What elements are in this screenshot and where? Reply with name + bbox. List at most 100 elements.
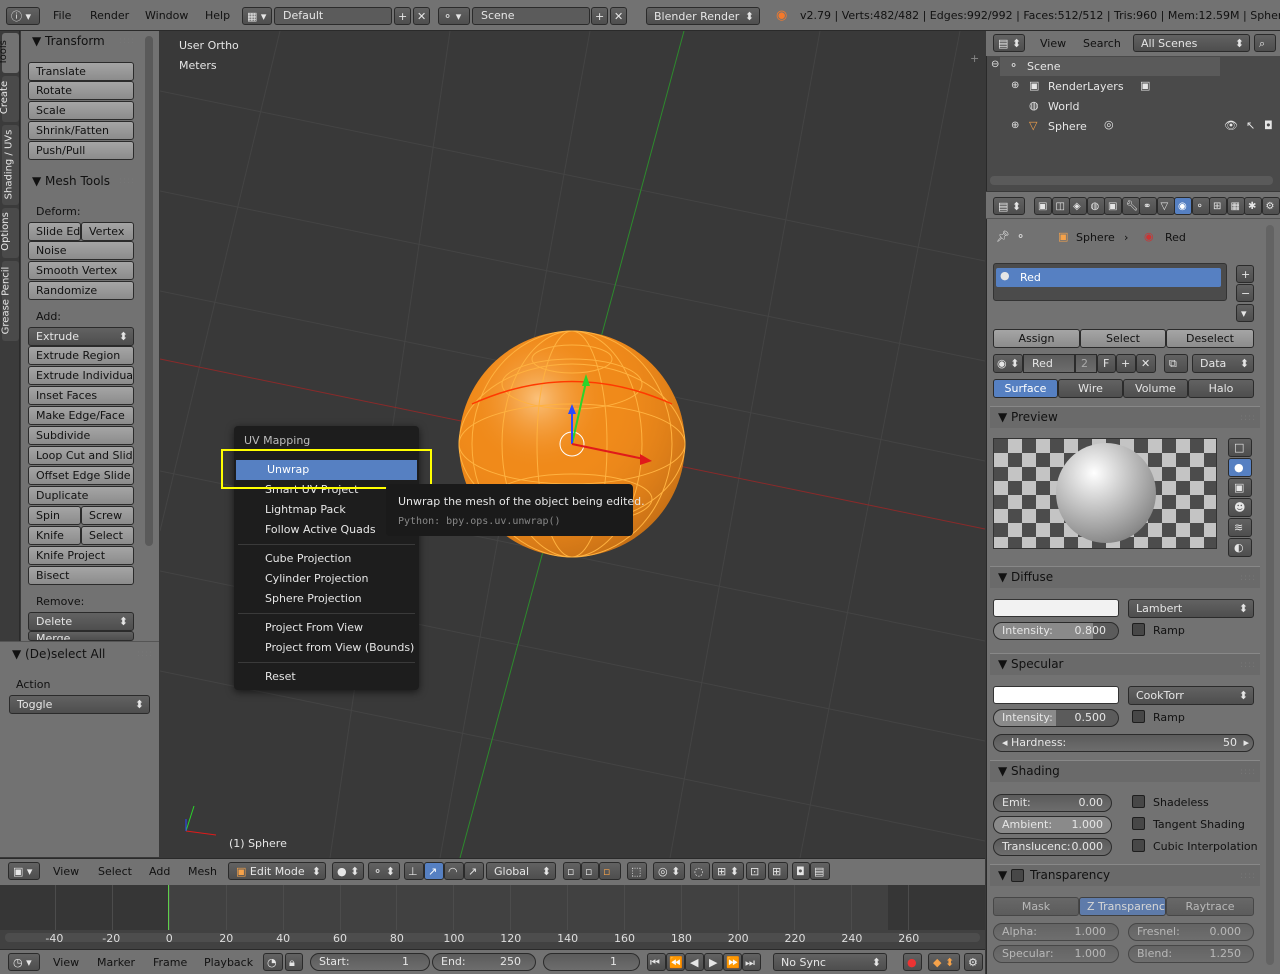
menu-file[interactable]: File: [53, 9, 71, 22]
tab-create[interactable]: Create: [0, 76, 19, 122]
timeline-menu-playback[interactable]: Playback: [204, 956, 253, 969]
duplicate-button[interactable]: Duplicate: [28, 486, 134, 505]
preview-sphere-button[interactable]: ●: [1228, 458, 1252, 477]
current-frame-field[interactable]: 1: [543, 953, 640, 971]
panel-grip-icon[interactable]: ::::: [1240, 767, 1256, 777]
material-slot-selected[interactable]: ● Red: [996, 268, 1221, 287]
expand-icon[interactable]: ⊕: [1011, 80, 1019, 91]
toggle-properties-icon[interactable]: +: [970, 52, 979, 65]
mesh-tools-panel-header[interactable]: ▼ Mesh Tools: [32, 174, 110, 188]
fresnel-field[interactable]: Fresnel: 0.000: [1128, 923, 1254, 941]
menu-render[interactable]: Render: [90, 9, 129, 22]
scene-name-field[interactable]: Scene: [472, 7, 590, 25]
rotate-manipulator-button[interactable]: ◠: [444, 862, 464, 880]
lock-range-toggle[interactable]: 🔒︎: [285, 953, 303, 971]
extrude-dropdown[interactable]: Extrude ⬍: [28, 327, 134, 346]
specular-ramp-checkbox[interactable]: [1132, 710, 1145, 723]
specular-color-swatch[interactable]: [993, 686, 1119, 704]
deselect-button[interactable]: Deselect: [1166, 329, 1254, 348]
material-users-count[interactable]: 2: [1075, 354, 1097, 373]
bone-tab-icon[interactable]: ✱: [1244, 197, 1262, 215]
operator-panel-header[interactable]: ▼ (De)select All: [12, 647, 105, 661]
visibility-eye-icon[interactable]: 👁︎: [1224, 119, 1238, 132]
screw-button[interactable]: Screw: [81, 506, 134, 525]
raytrace-button[interactable]: Raytrace: [1166, 897, 1254, 916]
menu-item-project-from-view[interactable]: Project From View: [234, 618, 418, 638]
timeline-menu-marker[interactable]: Marker: [97, 956, 135, 969]
face-select-mode-button[interactable]: ▫: [599, 862, 621, 880]
constraints-tab-icon[interactable]: ⚭: [1139, 197, 1157, 215]
expand-icon[interactable]: ⊕: [1011, 120, 1019, 131]
pivot-select[interactable]: ⚬ ⬍: [368, 862, 400, 880]
render-tab-icon[interactable]: ▣: [1034, 197, 1052, 215]
preview-range-toggle[interactable]: ◔: [263, 953, 283, 971]
menu-item-cube-projection[interactable]: Cube Projection: [234, 549, 418, 569]
selectability-cursor-icon[interactable]: ↖: [1246, 119, 1255, 132]
tab-tools[interactable]: Tools: [0, 33, 19, 73]
play-reverse-button[interactable]: ◀: [685, 953, 704, 971]
outliner-editor-type[interactable]: ▤ ⬍: [993, 34, 1025, 52]
scale-button[interactable]: Scale: [28, 101, 134, 120]
z-transparency-button[interactable]: Z Transparency: [1079, 897, 1166, 916]
select-button[interactable]: Select: [1080, 329, 1166, 348]
editor-type-button[interactable]: ▣ ▾: [8, 862, 40, 880]
tab-surface[interactable]: Surface: [993, 379, 1058, 398]
layout-remove-button[interactable]: ✕: [413, 7, 430, 25]
alpha-field[interactable]: Alpha: 1.000: [993, 923, 1119, 941]
smooth-vertex-button[interactable]: Smooth Vertex: [28, 261, 134, 280]
preview-sky-button[interactable]: ◐: [1228, 538, 1252, 557]
collapse-icon[interactable]: ⊖: [991, 59, 999, 70]
mode-select[interactable]: ▣ Edit Mode ⬍: [228, 862, 326, 880]
remove-slot-button[interactable]: −: [1236, 284, 1254, 302]
transform-panel-header[interactable]: ▼ Transform: [32, 34, 105, 48]
assign-button[interactable]: Assign: [993, 329, 1080, 348]
modifiers-tab-icon[interactable]: 🔧︎: [1121, 197, 1140, 215]
manipulator-toggle[interactable]: ⊥: [404, 862, 424, 880]
render-camera-icon[interactable]: ◘: [792, 862, 810, 880]
snap-target-button[interactable]: ⊡: [746, 862, 766, 880]
record-button[interactable]: ●: [903, 953, 922, 971]
randomize-button[interactable]: Randomize: [28, 281, 134, 300]
menu-mesh[interactable]: Mesh: [188, 865, 217, 878]
shadeless-checkbox[interactable]: [1132, 795, 1145, 808]
jump-keyframe-back-button[interactable]: ⏪: [666, 953, 685, 971]
viewport-shading-select[interactable]: ● ⬍: [332, 862, 364, 880]
menu-select[interactable]: Select: [98, 865, 132, 878]
render-engine-select[interactable]: Blender Render ⬍: [646, 7, 760, 25]
specular-shader-select[interactable]: CookTorr ⬍: [1128, 686, 1254, 705]
new-material-button[interactable]: +: [1116, 354, 1136, 373]
outliner-item-world[interactable]: World: [1048, 100, 1080, 113]
panel-grip-icon[interactable]: ::::: [1240, 660, 1256, 670]
rotate-button[interactable]: Rotate: [28, 81, 134, 100]
blend-field[interactable]: Blend: 1.250: [1128, 945, 1254, 963]
outliner-scrollbar[interactable]: [990, 176, 1273, 185]
properties-editor-type[interactable]: ▤ ⬍: [993, 197, 1025, 215]
tab-halo[interactable]: Halo: [1188, 379, 1254, 398]
translate-manipulator-button[interactable]: ↗: [424, 862, 444, 880]
orientation-select[interactable]: Global ⬍: [486, 862, 556, 880]
tab-wire[interactable]: Wire: [1058, 379, 1123, 398]
extrude-region-button[interactable]: Extrude Region: [28, 346, 134, 365]
bisect-button[interactable]: Bisect: [28, 566, 134, 585]
slide-edge-button[interactable]: Slide Ed: [28, 222, 81, 241]
panel-grip-icon[interactable]: ::::: [1240, 413, 1256, 423]
render-anim-icon[interactable]: ▤: [810, 862, 830, 880]
diffuse-intensity-field[interactable]: Intensity: 0.800: [993, 622, 1119, 640]
panel-grip-icon[interactable]: ::::: [1240, 871, 1256, 881]
edge-select-mode-button[interactable]: ▫: [581, 862, 599, 880]
tangent-shading-checkbox[interactable]: [1132, 817, 1145, 830]
pin-icon[interactable]: 📌︎: [996, 230, 1010, 243]
specular-alpha-field[interactable]: Specular: 1.000: [993, 945, 1119, 963]
specular-intensity-field[interactable]: Intensity: 0.500: [993, 709, 1119, 727]
onion-button[interactable]: ⊞: [768, 862, 788, 880]
outliner-search-icon[interactable]: ⌕: [1254, 34, 1276, 52]
diffuse-ramp-checkbox[interactable]: [1132, 623, 1145, 636]
ambient-field[interactable]: Ambient: 1.000: [993, 816, 1112, 834]
noise-button[interactable]: Noise: [28, 241, 134, 260]
info-editor-button[interactable]: ⓘ ▾: [6, 7, 40, 25]
unlink-material-button[interactable]: ✕: [1136, 354, 1156, 373]
jump-end-button[interactable]: ⏭: [742, 953, 761, 971]
tab-grease-pencil[interactable]: Grease Pencil: [0, 261, 19, 341]
knife-project-button[interactable]: Knife Project: [28, 546, 134, 565]
outliner-menu-search[interactable]: Search: [1083, 37, 1121, 50]
